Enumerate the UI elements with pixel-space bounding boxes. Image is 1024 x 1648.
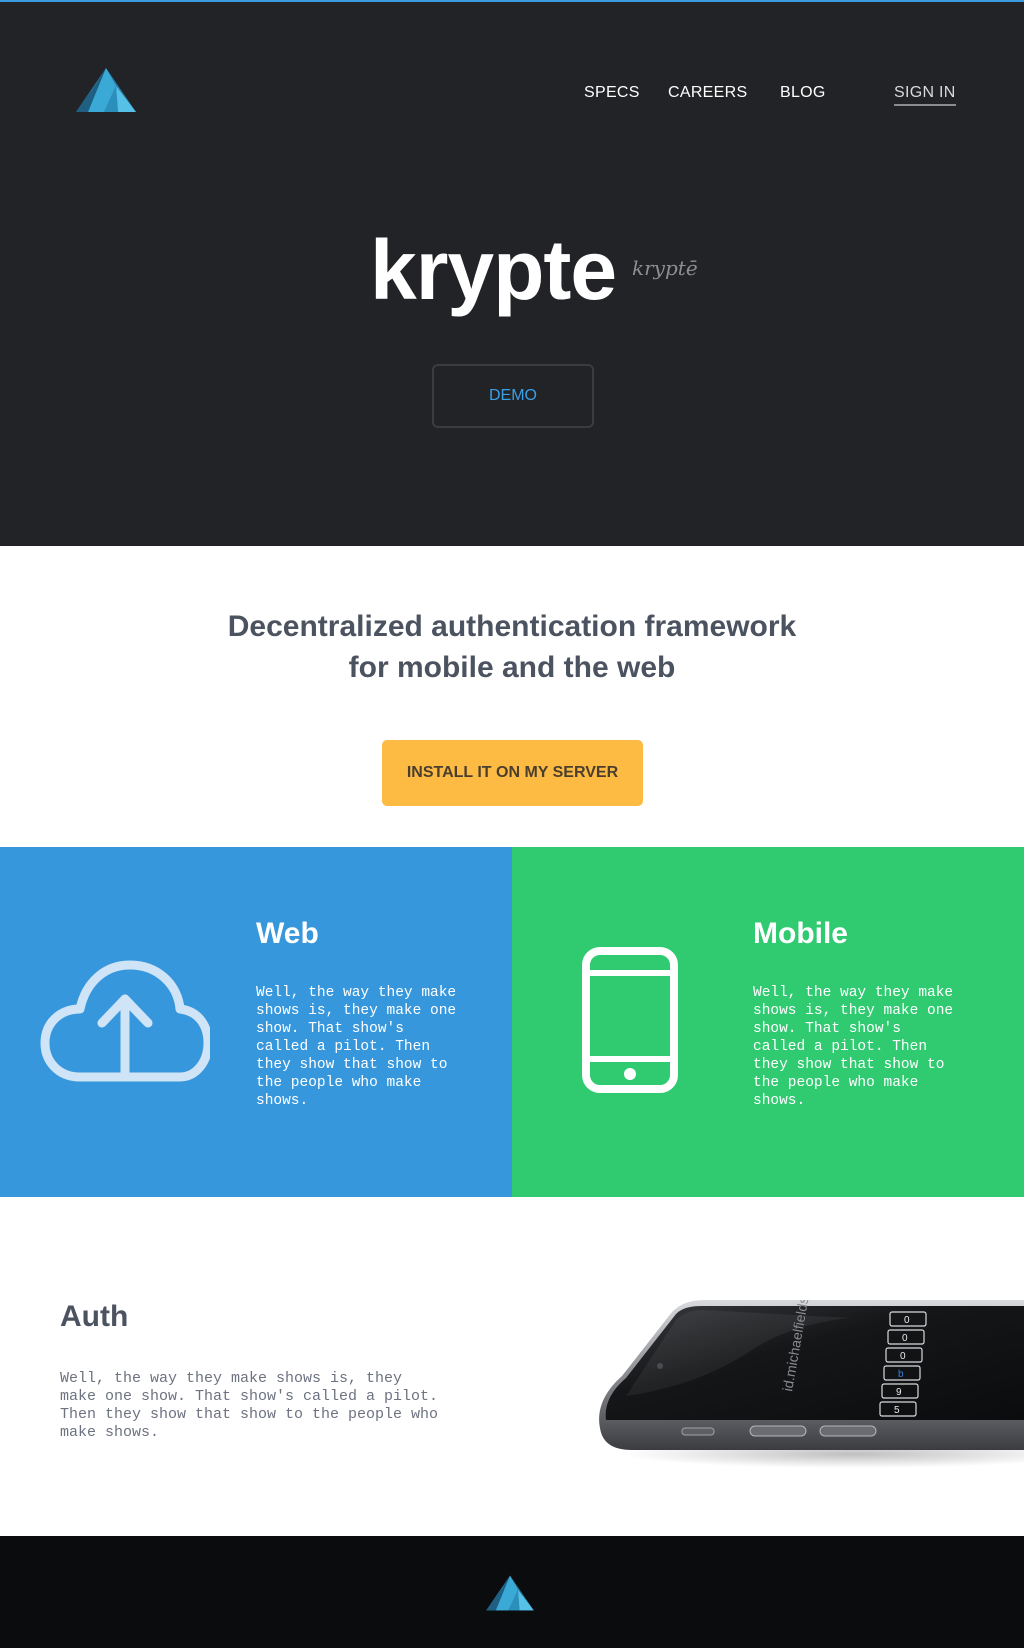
tagline-line-1: Decentralized authentication framework — [227, 610, 797, 643]
device-key-2: 0 — [902, 1333, 908, 1344]
mobile-title: Mobile — [753, 917, 848, 950]
main-nav: SPECS CAREERS BLOG SIGN IN — [0, 84, 1024, 114]
install-button[interactable]: INSTALL IT ON MY SERVER — [382, 740, 643, 806]
nav-specs-link[interactable]: SPECS — [584, 84, 640, 102]
sign-in-link[interactable]: SIGN IN — [894, 84, 956, 106]
web-feature-panel: Web Well, the way they make shows is, th… — [0, 847, 512, 1197]
device-key-6: 5 — [894, 1405, 900, 1416]
brand-pronunciation: kryptē — [632, 256, 698, 280]
mobile-feature-panel: Mobile Well, the way they make shows is,… — [512, 847, 1024, 1197]
brand-title: krypte — [370, 223, 617, 317]
phone-device-illustration: id.michaelfields.me 0 0 0 b 9 5 — [599, 1300, 1024, 1468]
device-key-3: 0 — [900, 1351, 906, 1362]
tagline-line-2: for mobile and the web — [348, 651, 676, 684]
device-key-1: 0 — [904, 1315, 910, 1326]
tagline: Decentralized authentication framework f… — [0, 606, 1024, 688]
smartphone-icon — [582, 947, 678, 1093]
phone-device-image: id.michaelfields.me 0 0 0 b 9 5 — [592, 1300, 1024, 1470]
cloud-upload-icon — [40, 960, 210, 1082]
web-description: Well, the way they make shows is, they m… — [256, 985, 457, 1109]
nav-careers-link[interactable]: CAREERS — [668, 84, 747, 102]
device-key-4: b — [898, 1369, 904, 1380]
footer — [0, 1536, 1024, 1648]
mobile-description: Well, the way they make shows is, they m… — [753, 985, 954, 1109]
web-title: Web — [256, 917, 319, 950]
hero-section: SPECS CAREERS BLOG SIGN IN krypte kryptē… — [0, 0, 1024, 546]
auth-title: Auth — [60, 1300, 129, 1333]
mountain-logo-icon[interactable] — [484, 1574, 536, 1612]
device-key-5: 9 — [896, 1387, 902, 1398]
nav-blog-link[interactable]: BLOG — [780, 84, 826, 102]
auth-description: Well, the way they make shows is, they m… — [60, 1370, 439, 1441]
demo-button[interactable]: DEMO — [432, 364, 594, 428]
